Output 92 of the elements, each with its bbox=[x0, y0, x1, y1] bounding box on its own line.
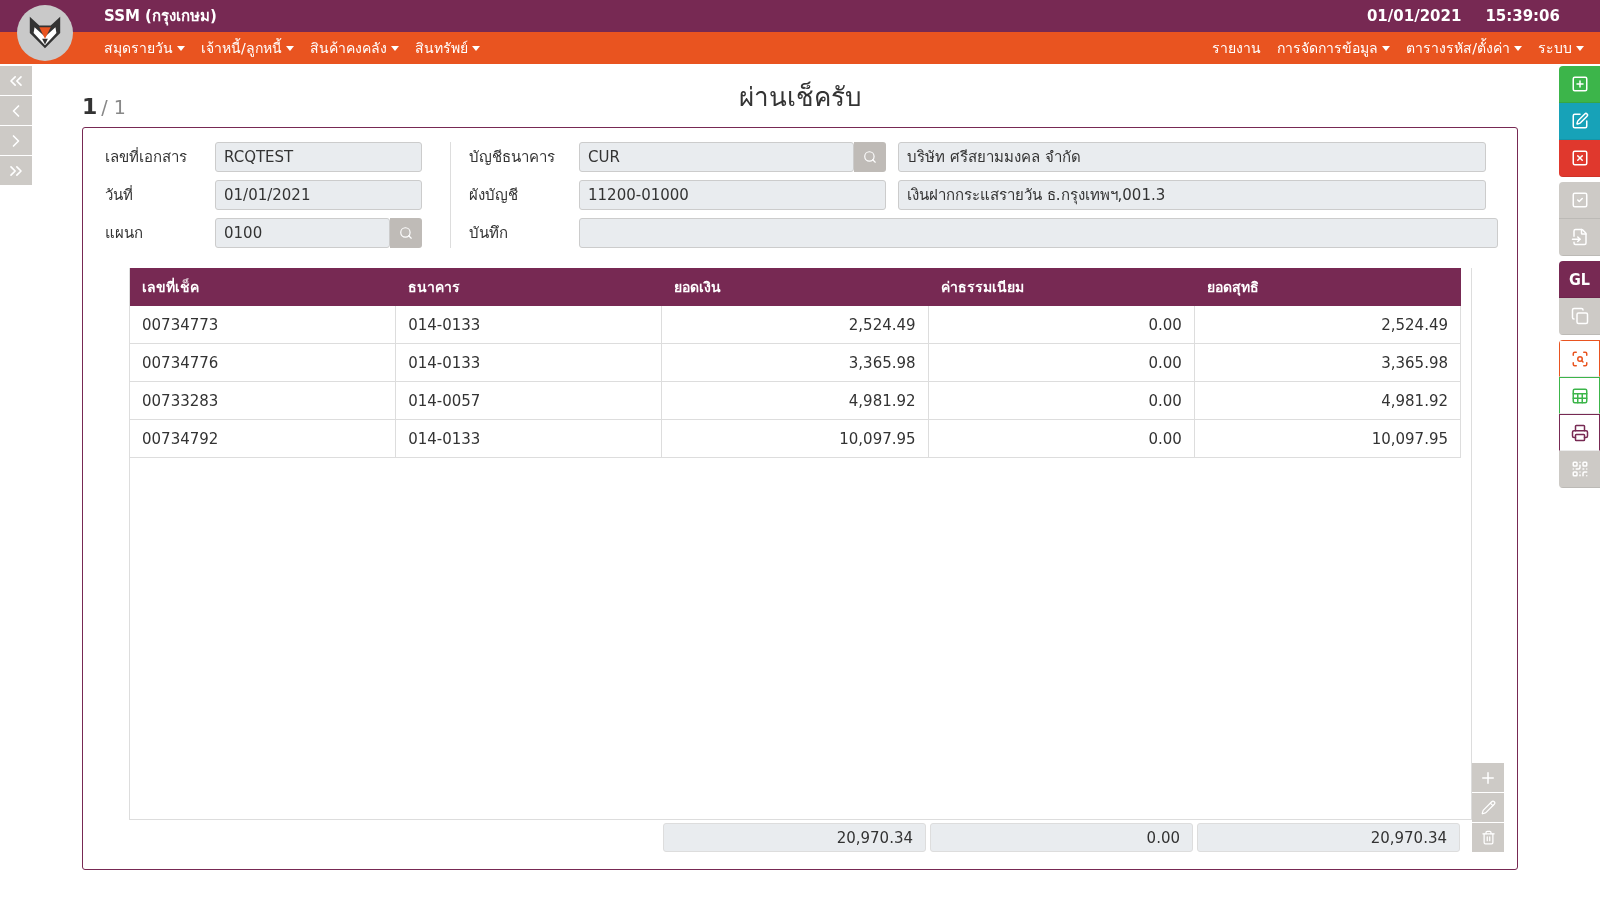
description-field[interactable]: บริษัท ศรีสยามมงคล จำกัด bbox=[898, 142, 1486, 172]
search-icon bbox=[1570, 349, 1589, 368]
input-field[interactable]: RCQTEST bbox=[215, 142, 422, 172]
pencil-icon bbox=[1480, 800, 1496, 815]
table-cell: 014-0057 bbox=[396, 382, 663, 420]
table-icon bbox=[1570, 386, 1589, 405]
menu-item[interactable]: เจ้าหนี้/ลูกหนี้ bbox=[201, 37, 294, 59]
previous-record-button[interactable] bbox=[0, 96, 32, 125]
search-icon bbox=[399, 226, 413, 240]
qr-code-icon bbox=[1570, 460, 1589, 478]
table-cell: 4,981.92 bbox=[662, 382, 929, 420]
input-field[interactable]: 11200-01000 bbox=[579, 180, 886, 210]
add-button[interactable] bbox=[1559, 66, 1600, 103]
field-label: บัญชีธนาคาร bbox=[469, 147, 556, 168]
field-label: ผังบัญชี bbox=[469, 185, 519, 206]
first-record-button[interactable] bbox=[0, 66, 32, 95]
description-field[interactable]: เงินฝากกระแสรายวัน ธ.กรุงเทพฯ,001.3 bbox=[898, 180, 1486, 210]
table-cell: 00734773 bbox=[130, 306, 397, 344]
table-cell: 4,981.92 bbox=[1194, 382, 1461, 420]
table-cell: 00733283 bbox=[130, 382, 397, 420]
caret-icon bbox=[390, 45, 399, 51]
search-button[interactable] bbox=[390, 218, 422, 248]
table-cell: 2,524.49 bbox=[662, 306, 929, 344]
column-header: เลขที่เช็ค bbox=[130, 268, 397, 306]
caret-icon bbox=[1576, 45, 1584, 51]
search-button[interactable] bbox=[854, 142, 886, 172]
search-icon bbox=[863, 150, 877, 164]
table-cell: 2,524.49 bbox=[1194, 306, 1461, 344]
input-field[interactable]: 0100 bbox=[215, 218, 390, 248]
total-field: 0.00 bbox=[930, 823, 1193, 852]
table-cell: 00734776 bbox=[130, 344, 397, 382]
trash-icon bbox=[1480, 830, 1496, 845]
date-text: 01/01/2021 bbox=[1366, 7, 1462, 25]
field-label: บันทึก bbox=[469, 223, 509, 244]
gl-button[interactable]: GL bbox=[1559, 261, 1600, 298]
menu-item[interactable]: สินค้าคงคลัง bbox=[309, 37, 399, 59]
note-field[interactable] bbox=[579, 218, 1498, 248]
delete-row-button[interactable] bbox=[1472, 823, 1504, 852]
column-header: ยอดสุทธิ bbox=[1194, 268, 1461, 306]
menu-item[interactable]: การจัดการข้อมูล bbox=[1277, 37, 1391, 59]
menu-item[interactable]: ตารางรหัส/ตั้งค่า bbox=[1406, 37, 1522, 59]
menu-item[interactable]: สินทรัพย์ bbox=[414, 37, 480, 59]
page-total: / 1 bbox=[101, 96, 126, 118]
print-icon bbox=[1570, 423, 1589, 442]
time-text: 15:39:06 bbox=[1485, 7, 1560, 25]
cancel-button[interactable] bbox=[1559, 140, 1600, 177]
add-row-button[interactable] bbox=[1472, 763, 1504, 792]
table-cell: 00734792 bbox=[130, 420, 397, 458]
table-cell: 3,365.98 bbox=[662, 344, 929, 382]
caret-icon bbox=[471, 45, 480, 51]
caret-icon bbox=[285, 45, 294, 51]
caret-icon bbox=[1514, 45, 1522, 51]
field-label: แผนก bbox=[105, 223, 144, 244]
menu-item[interactable]: ระบบ bbox=[1538, 37, 1584, 59]
input-field[interactable]: 01/01/2021 bbox=[215, 180, 422, 210]
column-header: ยอดเงิน bbox=[662, 268, 929, 306]
table-cell: 014-0133 bbox=[396, 420, 663, 458]
caret-icon bbox=[177, 45, 185, 51]
edit-row-button[interactable] bbox=[1472, 793, 1504, 822]
caret-icon bbox=[1382, 45, 1391, 51]
current-page: 1 bbox=[82, 94, 98, 119]
next-record-button[interactable] bbox=[0, 126, 32, 155]
add-icon bbox=[1570, 75, 1589, 93]
field-label: วันที่ bbox=[105, 184, 134, 206]
cancel-icon bbox=[1570, 149, 1589, 167]
copy-icon bbox=[1570, 307, 1589, 325]
document-icon bbox=[1570, 228, 1589, 246]
table-cell: 10,097.95 bbox=[662, 420, 929, 458]
column-header: ธนาคาร bbox=[396, 268, 663, 306]
checkbox-icon bbox=[1570, 191, 1589, 209]
menu-item[interactable]: รายงาน bbox=[1212, 37, 1262, 59]
column-header: ค่าธรรมเนียม bbox=[928, 268, 1195, 306]
print-button[interactable] bbox=[1559, 414, 1600, 451]
total-field: 20,970.34 bbox=[663, 823, 926, 852]
edit-icon bbox=[1570, 112, 1589, 130]
preview-button[interactable] bbox=[1559, 340, 1600, 377]
table-cell: 0.00 bbox=[928, 306, 1195, 344]
table-cell: 0.00 bbox=[928, 420, 1195, 458]
edit-button[interactable] bbox=[1559, 103, 1600, 140]
last-record-button[interactable] bbox=[0, 156, 32, 185]
table-cell: 10,097.95 bbox=[1194, 420, 1461, 458]
app-title: SSM (กรุงเกษม) bbox=[104, 6, 217, 28]
table-cell: 0.00 bbox=[928, 344, 1195, 382]
table-cell: 014-0133 bbox=[396, 344, 663, 382]
page-title: ผ่านเช็ครับ bbox=[738, 80, 862, 114]
total-field: 20,970.34 bbox=[1197, 823, 1460, 852]
field-label: เลขที่เอกสาร bbox=[105, 146, 188, 168]
menu-item[interactable]: สมุดรายวัน bbox=[104, 37, 185, 59]
table-cell: 014-0133 bbox=[396, 306, 663, 344]
table-cell: 3,365.98 bbox=[1194, 344, 1461, 382]
input-field[interactable]: CUR bbox=[579, 142, 854, 172]
table-cell: 0.00 bbox=[928, 382, 1195, 420]
